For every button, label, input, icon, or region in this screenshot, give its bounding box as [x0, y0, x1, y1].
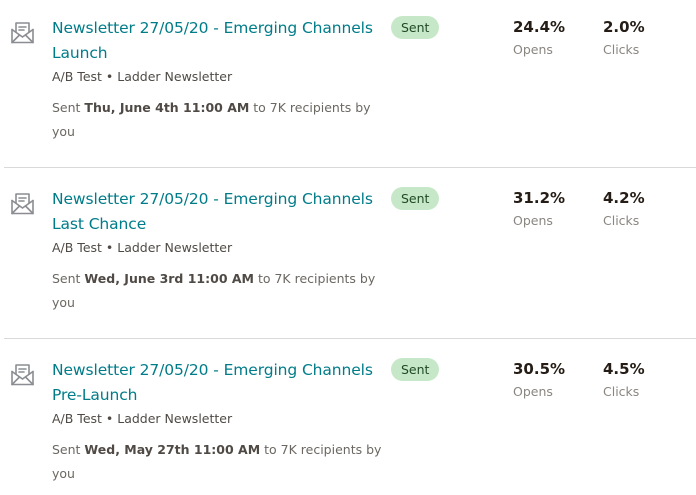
campaign-meta: A/B Test • Ladder Newsletter: [52, 411, 233, 426]
clicks-value: 2.0%: [603, 18, 645, 36]
campaign-sent-info: Sent Wed, June 3rd 11:00 AM to 7K recipi…: [52, 267, 382, 315]
campaign-title-link[interactable]: Newsletter 27/05/20 - Emerging Channels …: [52, 16, 382, 66]
opens-stat: 31.2% Opens: [513, 187, 565, 233]
campaign-sent-info: Sent Thu, June 4th 11:00 AM to 7K recipi…: [52, 96, 382, 144]
clicks-label: Clicks: [603, 384, 640, 399]
campaign-row: Newsletter 27/05/20 - Emerging Channels …: [0, 0, 696, 171]
sent-date: Wed, June 3rd 11:00 AM: [84, 271, 254, 286]
opens-stat: 30.5% Opens: [513, 358, 565, 404]
campaign-sent-info: Sent Wed, May 27th 11:00 AM to 7K recipi…: [52, 438, 382, 486]
opens-value: 24.4%: [513, 18, 566, 36]
campaign-row: Newsletter 27/05/20 - Emerging Channels …: [0, 171, 696, 342]
campaign-title-link[interactable]: Newsletter 27/05/20 - Emerging Channels …: [52, 358, 382, 408]
campaign-row: Newsletter 27/05/20 - Emerging Channels …: [0, 342, 696, 495]
opens-label: Opens: [513, 384, 553, 399]
opens-label: Opens: [513, 42, 553, 57]
status-badge: Sent: [391, 16, 440, 39]
envelope-open-icon: [10, 362, 35, 387]
sent-date: Wed, May 27th 11:00 AM: [84, 442, 261, 457]
status-badge: Sent: [391, 358, 440, 381]
sent-prefix: Sent: [52, 100, 85, 115]
row-divider: [4, 338, 696, 339]
campaign-list: Newsletter 27/05/20 - Emerging Channels …: [0, 0, 696, 495]
status-badge: Sent: [391, 187, 440, 210]
envelope-open-icon: [10, 20, 35, 45]
sent-prefix: Sent: [52, 271, 85, 286]
row-divider: [4, 167, 696, 168]
clicks-stat: 4.5% Clicks: [603, 358, 645, 404]
clicks-value: 4.2%: [603, 189, 645, 207]
sent-date: Thu, June 4th 11:00 AM: [84, 100, 250, 115]
opens-stat: 24.4% Opens: [513, 16, 565, 62]
clicks-stat: 4.2% Clicks: [603, 187, 645, 233]
campaign-meta: A/B Test • Ladder Newsletter: [52, 69, 233, 84]
opens-value: 30.5%: [513, 360, 566, 378]
campaign-meta: A/B Test • Ladder Newsletter: [52, 240, 233, 255]
opens-label: Opens: [513, 213, 553, 228]
opens-value: 31.2%: [513, 189, 566, 207]
campaign-title-link[interactable]: Newsletter 27/05/20 - Emerging Channels …: [52, 187, 382, 237]
sent-prefix: Sent: [52, 442, 85, 457]
clicks-label: Clicks: [603, 42, 640, 57]
clicks-stat: 2.0% Clicks: [603, 16, 645, 62]
clicks-value: 4.5%: [603, 360, 645, 378]
clicks-label: Clicks: [603, 213, 640, 228]
envelope-open-icon: [10, 191, 35, 216]
